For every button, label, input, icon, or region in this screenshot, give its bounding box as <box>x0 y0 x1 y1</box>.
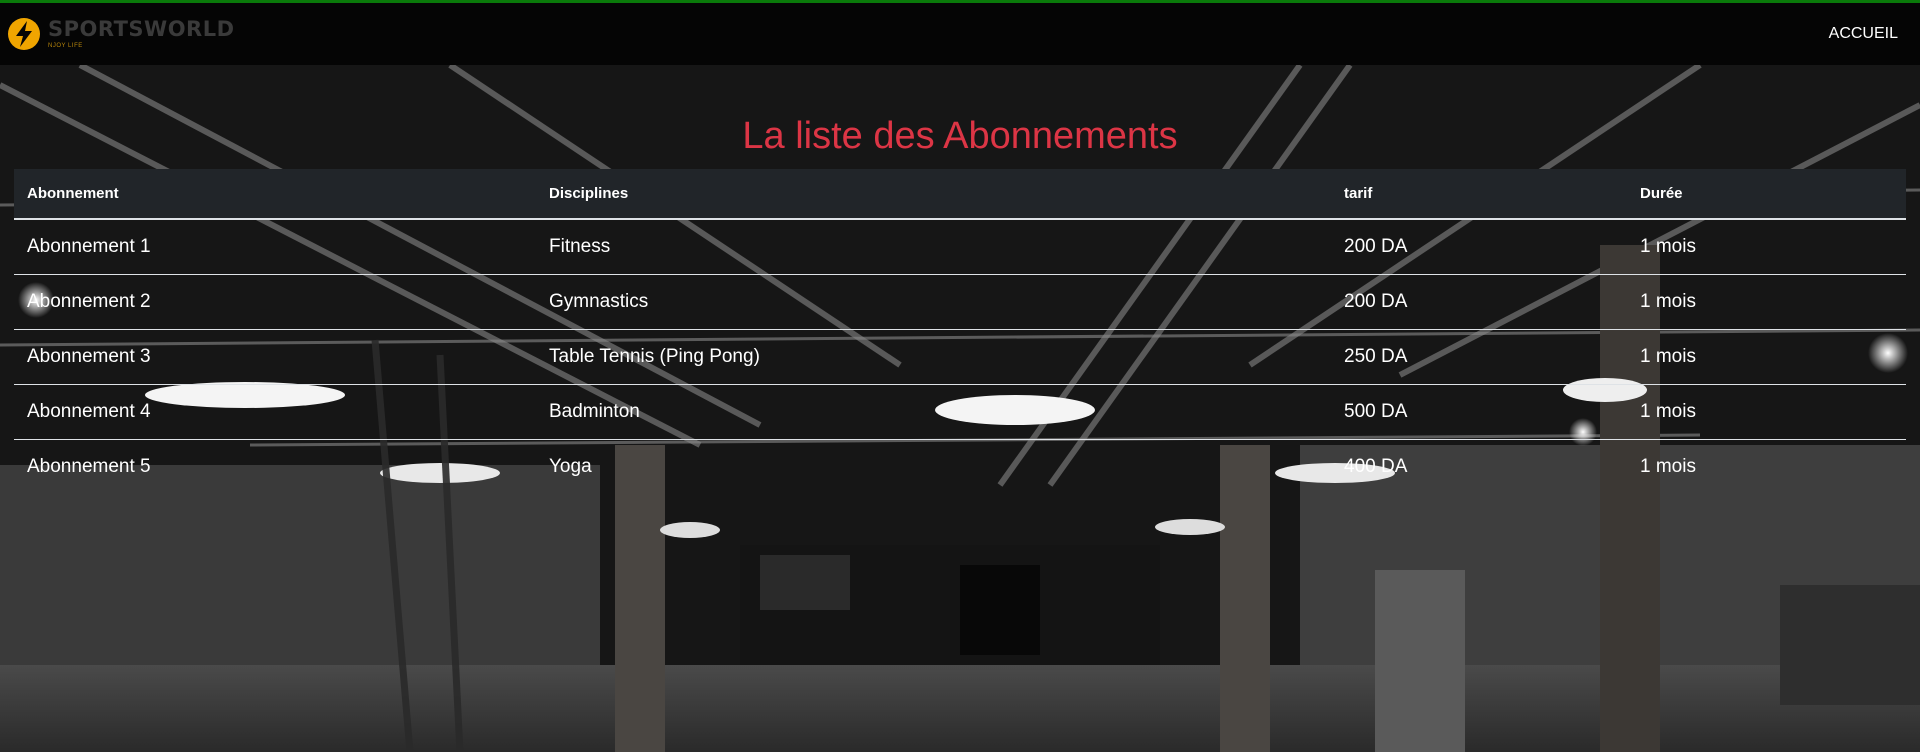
nav-link-accueil[interactable]: ACCUEIL <box>1829 25 1898 43</box>
cell-tarif: 200 DA <box>1331 274 1627 330</box>
column-header-duree: Durée <box>1627 169 1906 220</box>
subscriptions-table-container: Abonnement Disciplines tarif Durée Abonn… <box>14 169 1906 494</box>
table-row: Abonnement 3 Table Tennis (Ping Pong) 25… <box>14 329 1906 385</box>
cell-duree: 1 mois <box>1627 219 1906 275</box>
cell-discipline: Gymnastics <box>536 274 1331 330</box>
cell-abonnement: Abonnement 2 <box>14 274 536 330</box>
cell-duree: 1 mois <box>1627 384 1906 440</box>
cell-duree: 1 mois <box>1627 274 1906 330</box>
brand-name: SPORTSWORLD <box>48 17 235 41</box>
cell-duree: 1 mois <box>1640 455 1696 477</box>
column-header-abonnement: Abonnement <box>14 169 536 220</box>
table-row: Abonnement 1 Fitness 200 DA 1 mois <box>14 219 1906 275</box>
cell-tarif: 500 DA <box>1331 384 1627 440</box>
cell-discipline: Yoga <box>549 455 592 477</box>
hero-section: La liste des Abonnements Abonnement Disc… <box>0 65 1920 752</box>
cell-abonnement: Abonnement 4 <box>14 384 536 440</box>
table-row: Abonnement 5 Yoga 400 DA 1 mois <box>14 439 1906 494</box>
navbar: SPORTSWORLD NJOY LIFE ACCUEIL <box>0 3 1920 65</box>
brand-tagline: NJOY LIFE <box>48 43 83 49</box>
cell-abonnement: Abonnement 3 <box>14 329 536 385</box>
cell-discipline: Fitness <box>536 219 1331 275</box>
lightning-bolt-circle-icon <box>8 18 40 50</box>
cell-discipline: Badminton <box>536 384 1331 440</box>
cell-tarif: 400 DA <box>1344 455 1408 477</box>
cell-abonnement: Abonnement 1 <box>14 219 536 275</box>
cell-tarif: 200 DA <box>1331 219 1627 275</box>
table-row: Abonnement 4 Badminton 500 DA 1 mois <box>14 384 1906 440</box>
column-header-disciplines: Disciplines <box>536 169 1331 220</box>
brand-logo[interactable]: SPORTSWORLD NJOY LIFE <box>6 16 235 52</box>
page-title: La liste des Abonnements <box>742 115 1178 157</box>
table-row: Abonnement 2 Gymnastics 200 DA 1 mois <box>14 274 1906 330</box>
table-header-row: Abonnement Disciplines tarif Durée <box>14 169 1906 220</box>
cell-abonnement: Abonnement 5 <box>27 455 151 477</box>
cell-tarif: 250 DA <box>1331 329 1627 385</box>
cell-duree: 1 mois <box>1627 329 1906 385</box>
cell-discipline: Table Tennis (Ping Pong) <box>536 329 1331 385</box>
column-header-tarif: tarif <box>1331 169 1627 220</box>
subscriptions-table: Abonnement Disciplines tarif Durée Abonn… <box>14 169 1906 494</box>
